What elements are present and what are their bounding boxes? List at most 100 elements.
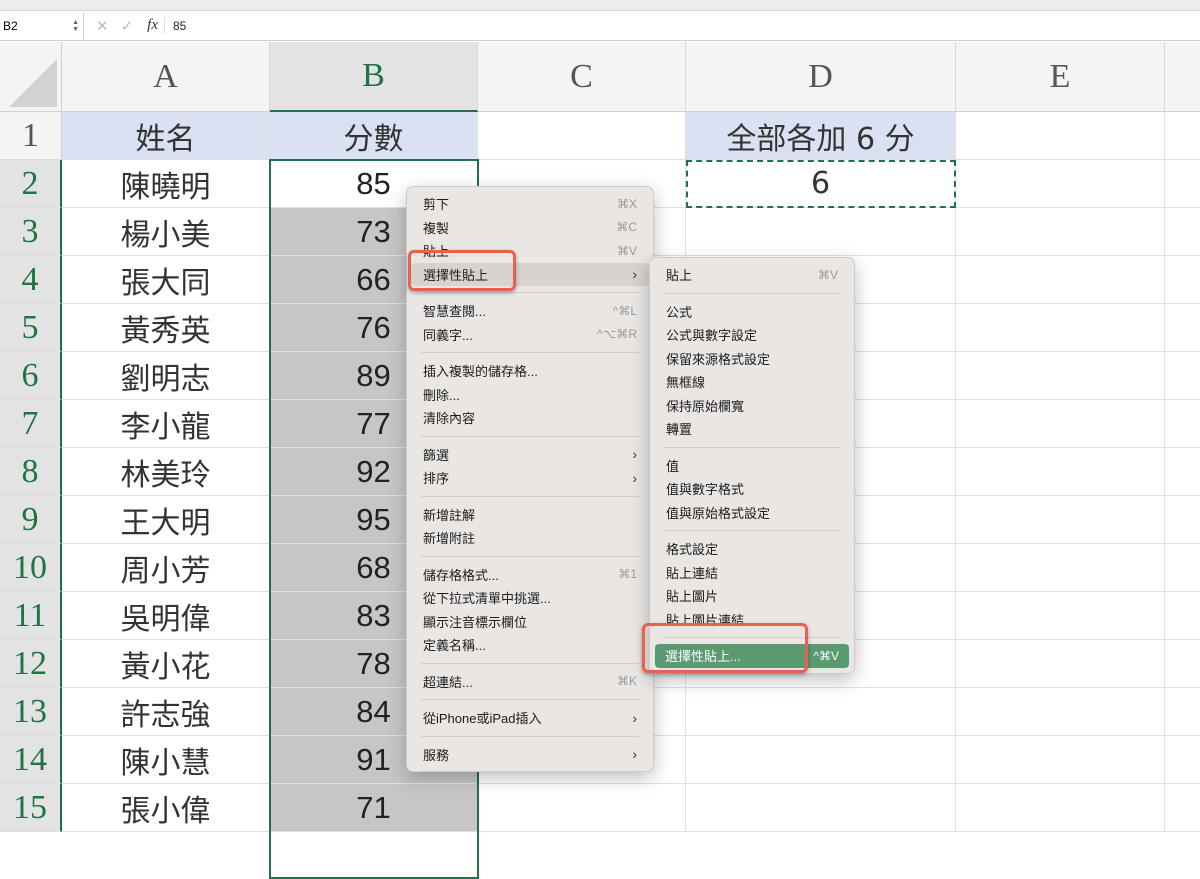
cell-f7[interactable] — [1165, 400, 1200, 448]
cell-a9[interactable]: 王大明 — [62, 496, 270, 544]
cell-a11[interactable]: 吳明偉 — [62, 592, 270, 640]
cell-a15[interactable]: 張小偉 — [62, 784, 270, 832]
menu-item[interactable]: 定義名稱... — [407, 633, 653, 657]
cell-e3[interactable] — [956, 208, 1165, 256]
cell-f9[interactable] — [1165, 496, 1200, 544]
menu-item[interactable]: 選擇性貼上... ^⌘V — [655, 644, 849, 668]
cell-a13[interactable]: 許志強 — [62, 688, 270, 736]
cell-b1[interactable]: 分數 — [270, 112, 478, 160]
cell-f4[interactable] — [1165, 256, 1200, 304]
menu-item[interactable]: 新增附註 — [407, 526, 653, 550]
column-header-b[interactable]: B — [270, 42, 478, 112]
row-header[interactable]: 15 — [0, 784, 62, 832]
cell-f15[interactable] — [1165, 784, 1200, 832]
menu-item[interactable]: 選擇性貼上 › — [411, 262, 649, 286]
cell-b15[interactable]: 71 — [270, 784, 478, 832]
select-all-button[interactable] — [0, 42, 62, 112]
menu-item[interactable]: 同義字... ^⌥⌘R — [407, 323, 653, 347]
cell-f3[interactable] — [1165, 208, 1200, 256]
cell-e11[interactable] — [956, 592, 1165, 640]
cell-a10[interactable]: 周小芳 — [62, 544, 270, 592]
cell-e1[interactable] — [956, 112, 1165, 160]
cell-f10[interactable] — [1165, 544, 1200, 592]
cell-e10[interactable] — [956, 544, 1165, 592]
cell-f2[interactable] — [1165, 160, 1200, 208]
cell-e13[interactable] — [956, 688, 1165, 736]
menu-item[interactable]: 格式設定 — [650, 537, 854, 561]
row-header[interactable]: 5 — [0, 304, 62, 352]
menu-item[interactable]: 排序 › — [407, 466, 653, 490]
cell-a3[interactable]: 楊小美 — [62, 208, 270, 256]
menu-item[interactable]: 插入複製的儲存格... — [407, 359, 653, 383]
menu-item[interactable]: 篩選 › — [407, 443, 653, 467]
cell-a4[interactable]: 張大同 — [62, 256, 270, 304]
cell-e4[interactable] — [956, 256, 1165, 304]
menu-item[interactable]: 貼上連結 — [650, 561, 854, 585]
cell-f5[interactable] — [1165, 304, 1200, 352]
menu-item[interactable]: 無框線 — [650, 370, 854, 394]
cell-e2[interactable] — [956, 160, 1165, 208]
menu-item[interactable]: 儲存格格式... ⌘1 — [407, 563, 653, 587]
cell-d13[interactable] — [686, 688, 956, 736]
menu-item[interactable]: 貼上圖片連結 — [650, 608, 854, 632]
column-header-e[interactable]: E — [956, 42, 1165, 112]
row-header[interactable]: 13 — [0, 688, 62, 736]
cell-f11[interactable] — [1165, 592, 1200, 640]
menu-item[interactable]: 公式與數字設定 — [650, 323, 854, 347]
cell-e9[interactable] — [956, 496, 1165, 544]
menu-item[interactable]: 從iPhone或iPad插入 › — [407, 706, 653, 730]
cell-c15[interactable] — [478, 784, 686, 832]
row-header[interactable]: 8 — [0, 448, 62, 496]
row-header[interactable]: 4 — [0, 256, 62, 304]
row-header[interactable]: 1 — [0, 112, 62, 160]
menu-item[interactable]: 清除內容 — [407, 406, 653, 430]
cell-c1[interactable] — [478, 112, 686, 160]
cell-a2[interactable]: 陳曉明 — [62, 160, 270, 208]
enter-icon[interactable]: ✓ — [121, 17, 134, 35]
stepper-icon[interactable]: ▲ ▼ — [72, 19, 79, 33]
column-header-f[interactable] — [1165, 42, 1200, 112]
cell-a6[interactable]: 劉明志 — [62, 352, 270, 400]
row-header[interactable]: 9 — [0, 496, 62, 544]
menu-item[interactable]: 服務 › — [407, 743, 653, 767]
row-header[interactable]: 10 — [0, 544, 62, 592]
cell-a12[interactable]: 黃小花 — [62, 640, 270, 688]
column-header-c[interactable]: C — [478, 42, 686, 112]
menu-item[interactable]: 保持原始欄寬 — [650, 394, 854, 418]
menu-item[interactable]: 新增註解 — [407, 503, 653, 527]
menu-item[interactable]: 值與數字格式 — [650, 477, 854, 501]
cell-e12[interactable] — [956, 640, 1165, 688]
column-header-d[interactable]: D — [686, 42, 956, 112]
cell-f6[interactable] — [1165, 352, 1200, 400]
menu-item[interactable]: 值與原始格式設定 — [650, 501, 854, 525]
name-box[interactable]: B2 ▲ ▼ — [0, 11, 84, 40]
menu-item[interactable]: 貼上圖片 — [650, 584, 854, 608]
row-header[interactable]: 11 — [0, 592, 62, 640]
menu-item[interactable]: 顯示注音標示欄位 — [407, 610, 653, 634]
menu-item[interactable]: 保留來源格式設定 — [650, 347, 854, 371]
menu-item[interactable]: 值 — [650, 454, 854, 478]
cell-f8[interactable] — [1165, 448, 1200, 496]
cell-a14[interactable]: 陳小慧 — [62, 736, 270, 784]
menu-item[interactable]: 貼上 ⌘V — [407, 239, 653, 263]
menu-item[interactable]: 剪下 ⌘X — [407, 192, 653, 216]
cell-a1[interactable]: 姓名 — [62, 112, 270, 160]
menu-item[interactable]: 複製 ⌘C — [407, 216, 653, 240]
cell-f14[interactable] — [1165, 736, 1200, 784]
cell-e8[interactable] — [956, 448, 1165, 496]
cell-e7[interactable] — [956, 400, 1165, 448]
cell-d15[interactable] — [686, 784, 956, 832]
menu-item[interactable]: 公式 — [650, 300, 854, 324]
cell-a5[interactable]: 黃秀英 — [62, 304, 270, 352]
insert-function-icon[interactable]: fx — [147, 17, 165, 34]
cell-f1[interactable] — [1165, 112, 1200, 160]
cancel-icon[interactable]: ✕ — [96, 17, 109, 35]
menu-item[interactable]: 超連結... ⌘K — [407, 670, 653, 694]
cell-e15[interactable] — [956, 784, 1165, 832]
cell-a7[interactable]: 李小龍 — [62, 400, 270, 448]
row-header[interactable]: 12 — [0, 640, 62, 688]
cell-f13[interactable] — [1165, 688, 1200, 736]
menu-item[interactable]: 轉置 — [650, 417, 854, 441]
row-header[interactable]: 6 — [0, 352, 62, 400]
menu-item[interactable]: 貼上 ⌘V — [650, 263, 854, 287]
